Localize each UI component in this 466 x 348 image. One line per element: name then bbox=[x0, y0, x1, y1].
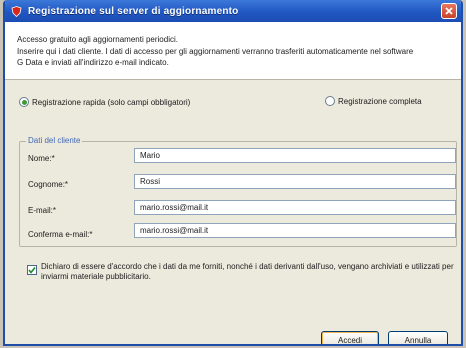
consent-checkbox[interactable] bbox=[27, 265, 37, 275]
title-bar[interactable]: Registrazione sul server di aggiornament… bbox=[5, 0, 461, 22]
window-title: Registrazione sul server di aggiornament… bbox=[28, 5, 239, 17]
last-name-label: Cognome:* bbox=[28, 180, 69, 189]
first-name-input[interactable]: Mario bbox=[134, 148, 456, 163]
gdata-shield-icon bbox=[11, 5, 22, 17]
radio-selected-dot bbox=[21, 99, 27, 105]
radio-full-circle[interactable] bbox=[325, 96, 335, 106]
radio-full-label[interactable]: Registrazione completa bbox=[338, 97, 422, 106]
registration-type-group: Registrazione rapida (solo campi obbliga… bbox=[19, 96, 459, 110]
email-label: E-mail:* bbox=[28, 206, 57, 215]
email-input[interactable]: mario.rossi@mail.it bbox=[134, 200, 456, 215]
consent-text[interactable]: Dichiaro di essere d'accordo che i dati … bbox=[41, 262, 455, 282]
intro-description: Inserire qui i dati cliente. I dati di a… bbox=[17, 47, 414, 67]
annulla-button[interactable]: Annulla bbox=[388, 331, 448, 344]
radio-quick-registration[interactable]: Registrazione rapida (solo campi obbliga… bbox=[19, 97, 190, 107]
last-name-input[interactable]: Rossi bbox=[134, 174, 456, 189]
intro-heading: Accesso gratuito agli aggiornamenti peri… bbox=[17, 35, 178, 44]
confirm-email-label: Conferma e-mail:* bbox=[28, 230, 93, 239]
intro-panel: Accesso gratuito agli aggiornamenti peri… bbox=[5, 22, 461, 80]
radio-quick-circle[interactable] bbox=[19, 97, 29, 107]
close-icon bbox=[445, 7, 453, 15]
radio-quick-label[interactable]: Registrazione rapida (solo campi obbliga… bbox=[32, 98, 190, 107]
radio-full-registration[interactable]: Registrazione completa bbox=[325, 96, 422, 106]
accedi-button[interactable]: Accedi bbox=[321, 331, 379, 344]
first-name-label: Nome:* bbox=[28, 154, 55, 163]
registration-dialog: Registrazione sul server di aggiornament… bbox=[3, 0, 463, 346]
checkmark-icon bbox=[28, 267, 36, 274]
confirm-email-input[interactable]: mario.rossi@mail.it bbox=[134, 223, 456, 238]
close-button[interactable] bbox=[441, 3, 457, 19]
customer-data-title: Dati del cliente bbox=[26, 136, 83, 145]
